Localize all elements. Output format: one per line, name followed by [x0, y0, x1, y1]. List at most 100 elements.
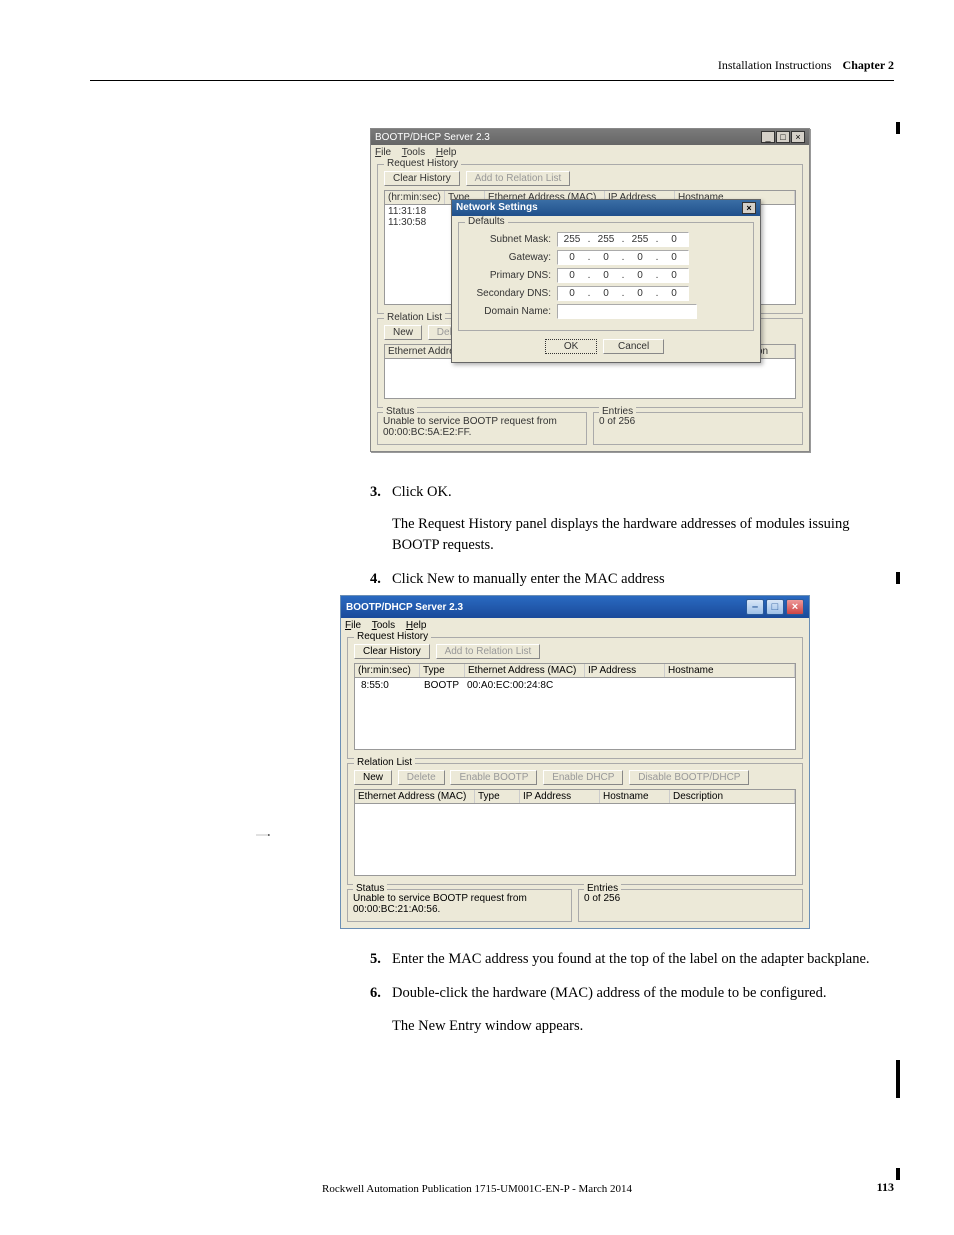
- request-history-group: Request History Clear History Add to Rel…: [347, 637, 803, 759]
- delete-button[interactable]: Delete: [398, 770, 445, 785]
- defaults-group: Defaults Subnet Mask: 255. 255. 255. 0 G…: [458, 222, 754, 331]
- window-title: BOOTP/DHCP Server 2.3: [346, 602, 463, 613]
- pdns-label: Primary DNS:: [471, 270, 551, 281]
- maximize-icon[interactable]: □: [776, 131, 790, 143]
- cancel-button[interactable]: Cancel: [603, 339, 664, 354]
- dialog-titlebar[interactable]: Network Settings ×: [452, 200, 760, 216]
- page-footer: Rockwell Automation Publication 1715-UM0…: [0, 1183, 954, 1195]
- close-icon[interactable]: ×: [742, 202, 756, 214]
- menu-tools[interactable]: Tools: [372, 620, 395, 631]
- titlebar[interactable]: BOOTP/DHCP Server 2.3 – □ ×: [341, 596, 809, 618]
- bootp-window-1: BOOTP/DHCP Server 2.3 _ □ × File Tools H…: [370, 128, 810, 452]
- col-type[interactable]: Type: [420, 664, 465, 677]
- col-type[interactable]: Type: [475, 790, 520, 803]
- status-legend: Status: [383, 406, 417, 417]
- domain-input[interactable]: [557, 304, 697, 319]
- close-icon[interactable]: ×: [786, 599, 804, 615]
- entries-legend: Entries: [599, 406, 636, 417]
- menu-help[interactable]: Help: [406, 620, 427, 631]
- status-text: Unable to service BOOTP request from 00:…: [353, 893, 527, 915]
- step-text: Click OK.: [392, 482, 894, 502]
- secondary-dns-input[interactable]: 0. 0. 0. 0: [557, 286, 689, 301]
- col-mac[interactable]: Ethernet Addre: [385, 345, 455, 358]
- step-number: 3.: [370, 482, 392, 555]
- add-relation-button[interactable]: Add to Relation List: [466, 171, 571, 186]
- header-chapter: Chapter 2: [843, 58, 894, 72]
- minimize-icon[interactable]: –: [746, 599, 764, 615]
- subnet-label: Subnet Mask:: [471, 234, 551, 245]
- status-text: Unable to service BOOTP request from 00:…: [383, 416, 557, 438]
- entries-box: Entries 0 of 256: [578, 889, 803, 922]
- subnet-input[interactable]: 255. 255. 255. 0: [557, 232, 689, 247]
- ok-button[interactable]: OK: [545, 339, 597, 354]
- step-number: 5.: [370, 949, 392, 969]
- relation-list-group: Relation List New Delete Enable BOOTP En…: [347, 763, 803, 885]
- new-button[interactable]: New: [354, 770, 392, 785]
- col-ip[interactable]: IP Address: [520, 790, 600, 803]
- request-history-columns: (hr:min:sec) Type Ethernet Address (MAC)…: [354, 663, 796, 678]
- new-button[interactable]: New: [384, 325, 422, 340]
- clear-history-button[interactable]: Clear History: [384, 171, 460, 186]
- defaults-legend: Defaults: [465, 216, 508, 227]
- col-time[interactable]: (hr:min:sec): [385, 191, 445, 204]
- change-bar: [896, 1168, 900, 1180]
- relation-columns: Ethernet Address (MAC) Type IP Address H…: [354, 789, 796, 804]
- network-settings-dialog: Network Settings × Defaults Subnet Mask:…: [451, 199, 761, 363]
- enable-dhcp-button[interactable]: Enable DHCP: [543, 770, 623, 785]
- window-title: BOOTP/DHCP Server 2.3: [375, 132, 490, 143]
- request-history-list[interactable]: 8:55:0 BOOTP 00:A0:EC:00:24:8C: [354, 678, 796, 750]
- change-bar: [896, 1060, 900, 1098]
- entries-text: 0 of 256: [599, 416, 635, 427]
- disable-bootp-dhcp-button[interactable]: Disable BOOTP/DHCP: [629, 770, 749, 785]
- page-number: 113: [877, 1180, 894, 1195]
- bootp-window-2: BOOTP/DHCP Server 2.3 – □ × File Tools H…: [340, 595, 810, 929]
- col-host[interactable]: Hostname: [665, 664, 795, 677]
- header-rule: [90, 80, 894, 81]
- relation-list[interactable]: [354, 804, 796, 876]
- status-box: Status Unable to service BOOTP request f…: [377, 412, 587, 445]
- clear-history-button[interactable]: Clear History: [354, 644, 430, 659]
- step-number: 4.: [370, 569, 392, 589]
- entries-box: Entries 0 of 256: [593, 412, 803, 445]
- gateway-label: Gateway:: [471, 252, 551, 263]
- titlebar[interactable]: BOOTP/DHCP Server 2.3 _ □ ×: [371, 129, 809, 145]
- change-bar: [896, 572, 900, 584]
- enable-bootp-button[interactable]: Enable BOOTP: [450, 770, 537, 785]
- status-box: Status Unable to service BOOTP request f…: [347, 889, 572, 922]
- list-row[interactable]: 8:55:0 BOOTP 00:A0:EC:00:24:8C: [359, 680, 791, 691]
- cell-type: BOOTP: [422, 680, 465, 691]
- menu-tools[interactable]: Tools: [402, 147, 425, 158]
- entries-legend: Entries: [584, 883, 621, 894]
- header-title: Installation Instructions: [718, 58, 832, 72]
- maximize-icon[interactable]: □: [766, 599, 784, 615]
- step-4: 4. Click New to manually enter the MAC a…: [370, 569, 894, 589]
- menu-help[interactable]: Help: [436, 147, 457, 158]
- step-text: Double-click the hardware (MAC) address …: [392, 983, 894, 1003]
- col-desc[interactable]: Description: [670, 790, 795, 803]
- close-icon[interactable]: ×: [791, 131, 805, 143]
- col-mac[interactable]: Ethernet Address (MAC): [355, 790, 475, 803]
- sdns-label: Secondary DNS:: [471, 288, 551, 299]
- step-3: 3. Click OK. The Request History panel d…: [370, 482, 894, 555]
- gateway-input[interactable]: 0. 0. 0. 0: [557, 250, 689, 265]
- step-text: Click New to manually enter the MAC addr…: [392, 569, 894, 589]
- cell-mac: 00:A0:EC:00:24:8C: [465, 680, 585, 691]
- pointer-arrow-icon: [228, 834, 298, 836]
- menu-file[interactable]: File: [345, 620, 361, 631]
- relation-list[interactable]: [384, 359, 796, 399]
- add-relation-button[interactable]: Add to Relation List: [436, 644, 541, 659]
- menu-file[interactable]: File: [375, 147, 391, 158]
- col-time[interactable]: (hr:min:sec): [355, 664, 420, 677]
- step-5: 5. Enter the MAC address you found at th…: [370, 949, 894, 969]
- col-ip[interactable]: IP Address: [585, 664, 665, 677]
- page-header: Installation Instructions Chapter 2: [718, 58, 894, 73]
- group-legend: Request History: [384, 158, 461, 169]
- step-number: 6.: [370, 983, 392, 1036]
- minimize-icon[interactable]: _: [761, 131, 775, 143]
- entries-text: 0 of 256: [584, 893, 620, 904]
- step-6: 6. Double-click the hardware (MAC) addre…: [370, 983, 894, 1036]
- cell-time: 8:55:0: [359, 680, 422, 691]
- primary-dns-input[interactable]: 0. 0. 0. 0: [557, 268, 689, 283]
- col-mac[interactable]: Ethernet Address (MAC): [465, 664, 585, 677]
- col-host[interactable]: Hostname: [600, 790, 670, 803]
